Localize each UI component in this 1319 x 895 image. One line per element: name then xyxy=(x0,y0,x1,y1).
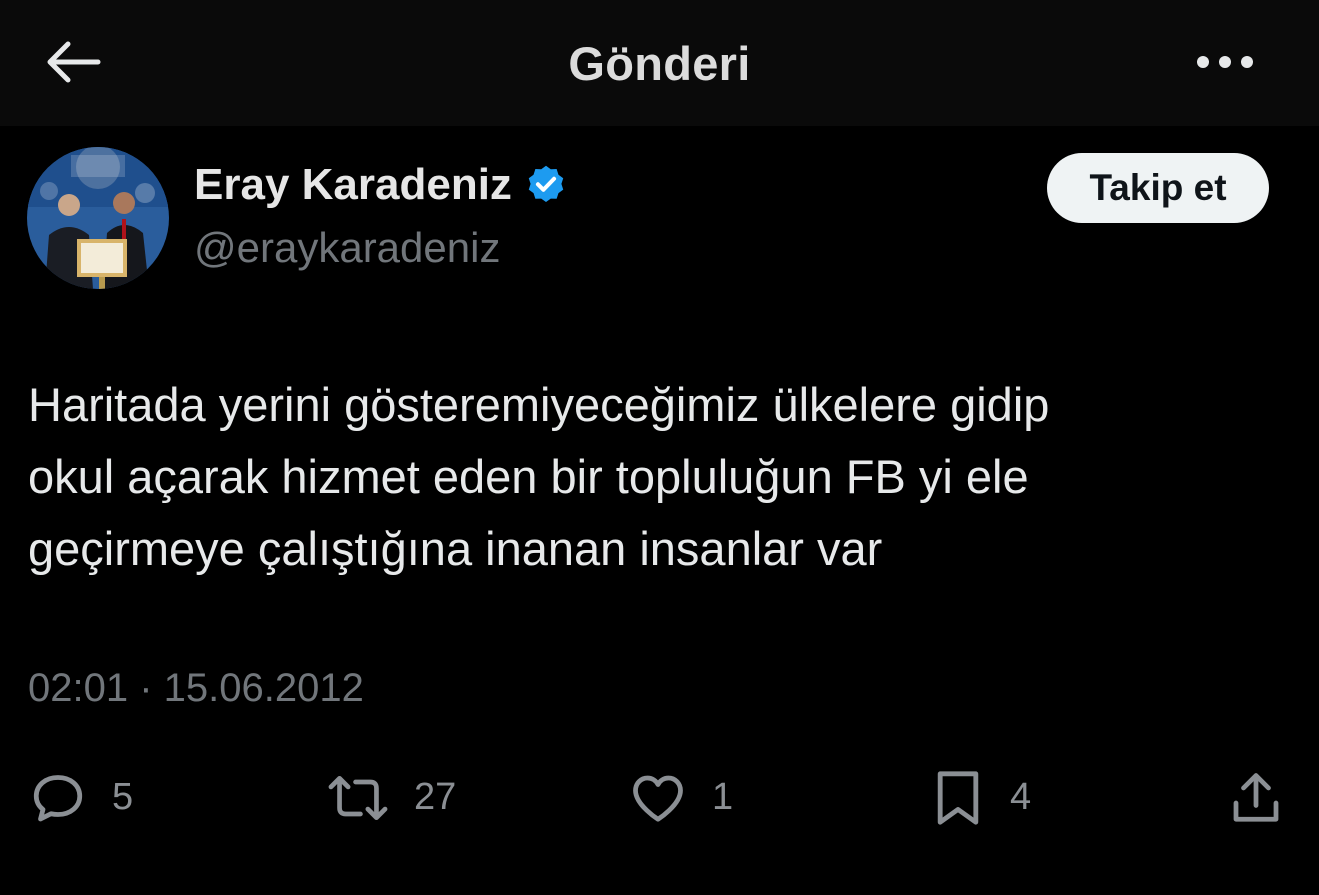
tweet-text-line: Haritada yerini gösteremiyeceğimiz ülkel… xyxy=(28,378,1050,431)
bookmark-icon xyxy=(937,770,979,825)
more-options-button[interactable] xyxy=(1190,40,1260,84)
reply-count: 5 xyxy=(112,776,134,818)
more-horizontal-icon xyxy=(1197,56,1253,68)
like-count: 1 xyxy=(712,776,734,818)
display-name: Eray Karadeniz xyxy=(194,160,512,209)
share-button[interactable] xyxy=(1226,760,1286,835)
top-bar: Gönderi xyxy=(0,0,1319,126)
retweet-button[interactable]: 27 xyxy=(326,760,456,835)
tweet-detail-page: Gönderi Eray Karadeniz @eraykaradeniz Ta… xyxy=(0,0,1319,895)
avatar[interactable] xyxy=(27,147,169,289)
tweet-text: Haritada yerini gösteremiyeceğimiz ülkel… xyxy=(28,369,1288,585)
heart-icon xyxy=(633,775,683,822)
bookmark-count: 4 xyxy=(1010,776,1032,818)
author-handle[interactable]: @eraykaradeniz xyxy=(194,224,500,272)
retweet-icon xyxy=(328,775,388,820)
author-name[interactable]: Eray Karadeniz xyxy=(194,160,568,210)
tweet-timestamp[interactable]: 02:01 · 15.06.2012 xyxy=(28,666,364,711)
like-button[interactable]: 1 xyxy=(628,760,733,835)
reply-button[interactable]: 5 xyxy=(28,760,133,835)
action-bar: 5 27 1 4 xyxy=(0,760,1319,835)
page-title: Gönderi xyxy=(568,37,751,90)
retweet-count: 27 xyxy=(414,776,457,818)
follow-button[interactable]: Takip et xyxy=(1047,153,1269,223)
verified-badge-icon xyxy=(528,165,564,203)
profile-photo xyxy=(27,147,169,289)
tweet-text-line: okul açarak hizmet eden bir topluluğun F… xyxy=(28,450,1029,503)
share-icon xyxy=(1233,772,1279,822)
bookmark-button[interactable]: 4 xyxy=(930,760,1031,835)
reply-icon xyxy=(33,774,83,821)
tweet-text-line: geçirmeye çalıştığına inanan insanlar va… xyxy=(28,522,883,575)
